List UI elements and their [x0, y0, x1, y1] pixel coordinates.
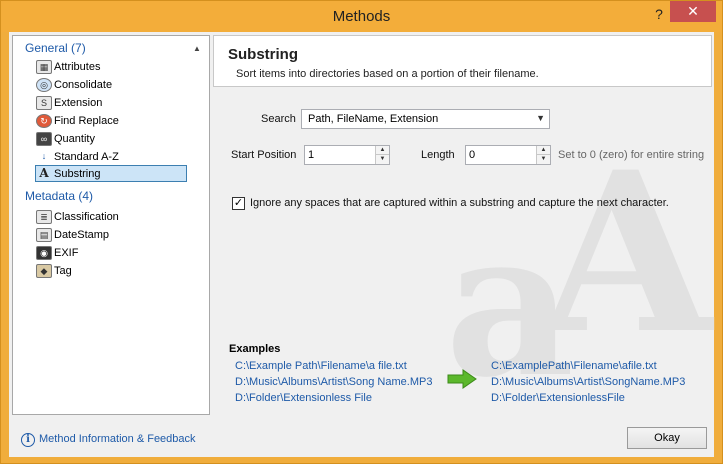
length-stepper[interactable]: 0 ▲ ▼	[465, 145, 551, 165]
window-title: Methods	[332, 8, 391, 25]
example-after: D:\Music\Albums\Artist\SongName.MP3	[491, 376, 686, 388]
spin-up-icon[interactable]: ▲	[537, 146, 550, 155]
example-after: C:\ExamplePath\Filename\afile.txt	[491, 360, 657, 372]
client-area: General (7) ▲ ▦ Attributes ◎ Consolidate…	[9, 32, 714, 457]
method-list-panel: General (7) ▲ ▦ Attributes ◎ Consolidate…	[12, 35, 210, 415]
tree-item-label: DateStamp	[54, 228, 110, 241]
search-label: Search	[261, 113, 296, 125]
tree-item-label: Tag	[54, 264, 72, 277]
close-button[interactable]: ✕	[670, 1, 716, 22]
search-dropdown-value: Path, FileName, Extension	[308, 113, 439, 125]
tree-item-label: Classification	[54, 210, 119, 223]
find-replace-icon: ↻	[36, 113, 52, 128]
example-before: D:\Folder\Extensionless File	[235, 392, 372, 404]
datestamp-icon: ▤	[36, 227, 52, 242]
tree-item-label: Consolidate	[54, 78, 113, 91]
classification-icon: ≣	[36, 209, 52, 224]
tree-item-standard-az[interactable]: ↓ Standard A-Z	[36, 148, 188, 165]
method-title: Substring	[228, 46, 298, 63]
tag-icon: ◆	[36, 263, 52, 278]
tree-item-extension[interactable]: S Extension	[36, 94, 188, 111]
arrow-right-icon	[447, 369, 477, 389]
tree-item-consolidate[interactable]: ◎ Consolidate	[36, 76, 188, 93]
example-after: D:\Folder\ExtensionlessFile	[491, 392, 625, 404]
length-value: 0	[469, 149, 476, 161]
title-bar[interactable]: Methods ? ✕	[1, 1, 722, 32]
group-general-header[interactable]: General (7)	[25, 41, 86, 55]
info-icon: i	[21, 433, 35, 447]
length-label: Length	[421, 149, 455, 161]
tree-item-tag[interactable]: ◆ Tag	[36, 262, 188, 279]
tree-item-label: Attributes	[54, 60, 101, 73]
tree-item-label: Standard A-Z	[54, 150, 119, 163]
group-metadata-header[interactable]: Metadata (4)	[25, 189, 93, 203]
start-position-value: 1	[308, 149, 315, 161]
tree-item-label: Substring	[54, 167, 101, 180]
collapse-icon[interactable]: ▲	[193, 44, 203, 54]
extension-icon: S	[36, 95, 52, 110]
tree-item-exif[interactable]: ◉ EXIF	[36, 244, 188, 261]
tree-item-classification[interactable]: ≣ Classification	[36, 208, 188, 225]
spin-down-icon[interactable]: ▼	[537, 155, 550, 164]
start-position-spin-buttons: ▲ ▼	[375, 146, 389, 164]
tree-item-quantity[interactable]: ∞ Quantity	[36, 130, 188, 147]
ignore-spaces-checkbox[interactable]: ✓	[232, 197, 245, 210]
examples-title: Examples	[229, 343, 281, 355]
length-hint: Set to 0 (zero) for entire string	[558, 149, 705, 161]
checkmark-icon: ✓	[233, 197, 244, 209]
tree-item-label: Find Replace	[54, 114, 119, 127]
spin-down-icon[interactable]: ▼	[376, 155, 389, 164]
method-settings-panel: A a Substring Sort items into directorie…	[213, 35, 712, 415]
tree-item-label: EXIF	[54, 246, 79, 259]
start-position-stepper[interactable]: 1 ▲ ▼	[304, 145, 390, 165]
methods-window: Methods ? ✕ General (7) ▲ ▦ Attributes ◎…	[0, 0, 723, 464]
attributes-icon: ▦	[36, 59, 52, 74]
chevron-down-icon: ▼	[536, 113, 545, 123]
tree-item-label: Extension	[54, 96, 103, 109]
help-button[interactable]: ?	[652, 5, 666, 23]
method-information-link[interactable]: Method Information & Feedback	[39, 433, 196, 445]
quantity-icon: ∞	[36, 131, 52, 146]
standard-az-icon: ↓	[41, 150, 47, 161]
tree-item-attributes[interactable]: ▦ Attributes	[36, 58, 188, 75]
method-header: Substring Sort items into directories ba…	[213, 35, 712, 87]
length-spin-buttons: ▲ ▼	[536, 146, 550, 164]
example-before: C:\Example Path\Filename\a file.txt	[235, 360, 407, 372]
substring-icon: A	[39, 165, 49, 180]
tree-item-datestamp[interactable]: ▤ DateStamp	[36, 226, 188, 243]
method-description: Sort items into directories based on a p…	[236, 68, 539, 80]
spin-up-icon[interactable]: ▲	[376, 146, 389, 155]
okay-button[interactable]: Okay	[627, 427, 707, 449]
consolidate-icon: ◎	[36, 77, 52, 92]
tree-item-find-replace[interactable]: ↻ Find Replace	[36, 112, 188, 129]
tree-item-label: Quantity	[54, 132, 95, 145]
ignore-spaces-label: Ignore any spaces that are captured with…	[250, 197, 669, 209]
example-before: D:\Music\Albums\Artist\Song Name.MP3	[235, 376, 433, 388]
camera-icon: ◉	[36, 245, 52, 260]
tree-item-substring[interactable]: A Substring	[35, 165, 187, 182]
search-dropdown[interactable]: Path, FileName, Extension ▼	[301, 109, 550, 129]
start-position-label: Start Position	[231, 149, 297, 161]
